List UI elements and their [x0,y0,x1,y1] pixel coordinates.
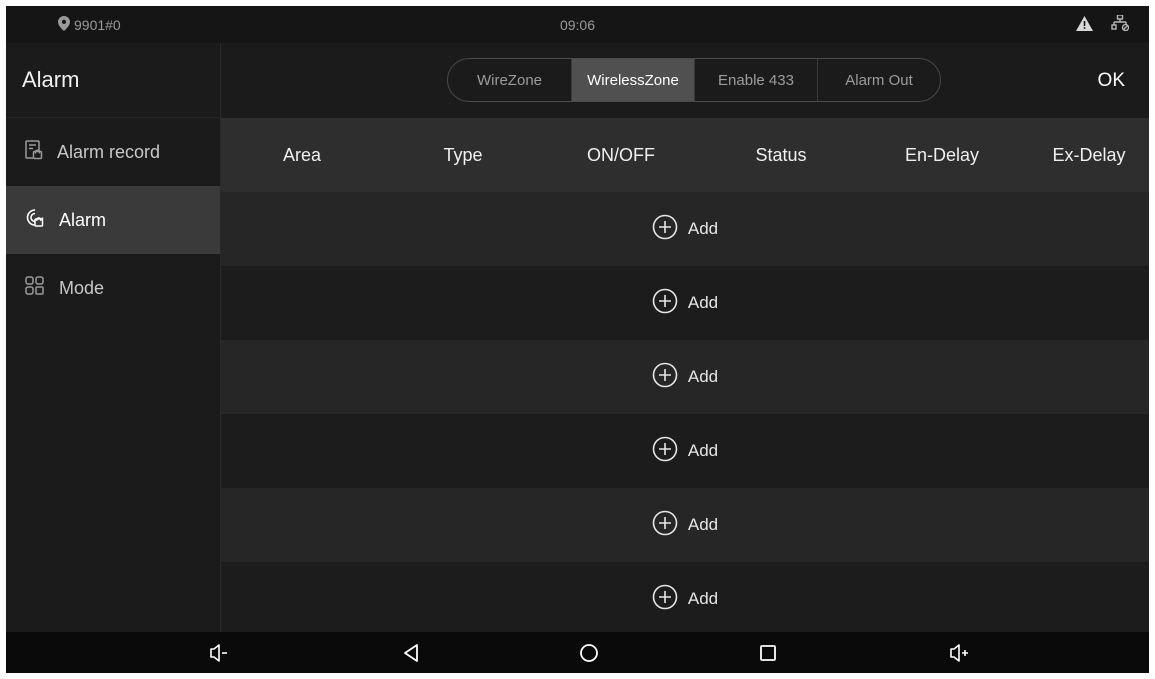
sidebar-item-alarm[interactable]: Alarm [6,186,220,254]
sidebar-item-mode[interactable]: Mode [6,254,220,322]
warning-icon [1076,15,1093,34]
add-label: Add [687,589,719,608]
mode-grid-icon [25,275,45,301]
column-header-type: Type [443,144,483,165]
tab-wirelesszone[interactable]: WirelessZone [572,59,695,101]
tab-enable-433[interactable]: Enable 433 [695,59,818,101]
back-icon[interactable] [391,632,431,673]
sidebar-item-label: Mode [59,277,105,298]
add-label: Add [687,219,719,238]
alarm-record-icon [25,139,43,165]
table-row-add[interactable]: Add [221,562,1149,636]
add-circle-icon [652,436,678,467]
table-row-add[interactable]: Add [221,266,1149,340]
add-label: Add [687,367,719,386]
recents-icon[interactable] [748,632,788,673]
add-label: Add [687,515,719,534]
tab-alarm-out[interactable]: Alarm Out [818,59,940,101]
sidebar-item-label: Alarm record [57,141,161,162]
column-header-area: Area [282,144,322,165]
zone-table: Area Type ON/OFF Status En-Delay Ex-Dela… [221,118,1149,636]
alarm-icon [25,208,45,233]
status-time: 09:06 [559,16,596,33]
ok-button[interactable]: OK [1098,43,1125,118]
zone-tab-group: WireZone WirelessZone Enable 433 Alarm O… [447,58,941,102]
system-nav-bar [6,632,1149,673]
column-header-status: Status [755,144,807,165]
sidebar-item-label: Alarm [59,209,107,230]
column-header-en-delay: En-Delay [904,144,980,165]
status-icons [1076,6,1130,43]
add-circle-icon [652,214,678,245]
network-icon [1111,14,1130,34]
add-circle-icon [652,510,678,541]
column-header-ex-delay: Ex-Delay [1052,144,1126,165]
column-header-on-off: ON/OFF [587,144,655,165]
sidebar-item-alarm-record[interactable]: Alarm record [6,118,220,186]
tab-wirezone[interactable]: WireZone [448,59,572,101]
status-bar: 9901#0 09:06 [6,6,1149,43]
header: WireZone WirelessZone Enable 433 Alarm O… [221,43,1149,118]
page-title: Alarm [6,43,220,118]
table-header: Area Type ON/OFF Status En-Delay Ex-Dela… [221,118,1149,192]
add-label: Add [687,441,719,460]
volume-up-icon[interactable] [939,632,979,673]
table-row-add[interactable]: Add [221,340,1149,414]
home-icon[interactable] [569,632,609,673]
device-screen: 9901#0 09:06 Alarm Alarm record Alarm Mo… [6,6,1149,673]
table-row-add[interactable]: Add [221,414,1149,488]
table-row-add[interactable]: Add [221,488,1149,562]
sidebar: Alarm Alarm record Alarm Mode [6,43,220,632]
volume-down-icon[interactable] [199,632,239,673]
add-circle-icon [652,584,678,615]
table-row-add[interactable]: Add [221,192,1149,266]
add-label: Add [687,293,719,312]
add-circle-icon [652,288,678,319]
add-circle-icon [652,362,678,393]
